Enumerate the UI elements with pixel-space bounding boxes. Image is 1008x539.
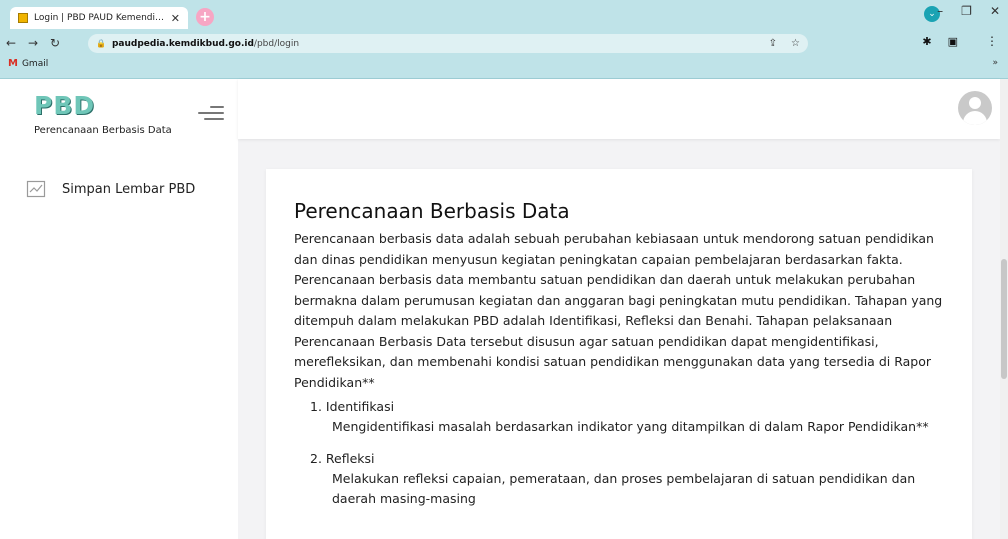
address-bar[interactable]: 🔒 paudpedia.kemdikbud.go.id /pbd/login ⇪… [88,34,808,53]
new-tab-button[interactable]: + [196,8,214,26]
step-number: 2. [310,451,322,466]
bookmarks-more-icon[interactable]: » [992,58,998,68]
browser-chrome: Login | PBD PAUD Kemendikbud ✕ + ⌄ – ❐ ✕… [0,0,1008,79]
brand-logo: PBD [34,91,96,120]
page-title: Perencanaan Berbasis Data [294,199,570,223]
close-window-icon[interactable]: ✕ [990,4,1000,18]
forward-icon[interactable]: → [22,36,44,50]
puzzle-icon[interactable]: ✱ [922,35,931,48]
back-icon[interactable]: ← [0,36,22,50]
content-card: Perencanaan Berbasis Data Perencanaan be… [266,169,972,539]
sidepanel-icon[interactable]: ▣ [948,35,958,48]
reload-icon[interactable]: ↻ [44,36,66,50]
top-header [238,79,1000,139]
gmail-icon: M [8,58,18,69]
star-icon[interactable]: ☆ [791,38,800,49]
page-scrollbar[interactable] [1000,79,1008,539]
kebab-menu-icon[interactable]: ⋮ [986,34,998,48]
brand-subtitle: Perencanaan Berbasis Data [34,125,172,136]
url-path: /pbd/login [253,38,300,49]
step-desc: Melakukan refleksi capaian, pemerataan, … [332,471,916,506]
scrollbar-thumb[interactable] [1001,259,1007,379]
url-host: paudpedia.kemdikbud.go.id [111,38,254,49]
intro-paragraph: Perencanaan berbasis data adalah sebuah … [294,231,943,390]
window-controls: – ❐ ✕ [937,4,1000,18]
sidebar: PBD Perencanaan Berbasis Data Simpan Lem… [8,79,239,539]
sidebar-item-simpan-lembar-pbd[interactable]: Simpan Lembar PBD [26,179,195,199]
tab-title: Login | PBD PAUD Kemendikbud [34,13,165,23]
step-title: Identifikasi [325,399,395,414]
minimize-icon[interactable]: – [937,4,943,18]
avatar[interactable] [958,91,992,125]
list-item: 1. Identifikasi Mengidentifikasi masalah… [310,397,950,437]
step-number: 1. [310,399,322,414]
bookmarks-bar: M Gmail [8,58,48,69]
step-desc: Mengidentifikasi masalah berdasarkan ind… [332,419,929,434]
sidebar-item-label: Simpan Lembar PBD [62,181,196,197]
extensions: ✱ ▣ [922,35,958,48]
browser-tab[interactable]: Login | PBD PAUD Kemendikbud ✕ [10,7,188,29]
share-icon[interactable]: ⇪ [769,38,777,49]
chart-line-icon [26,180,46,198]
tab-close-icon[interactable]: ✕ [171,12,180,25]
step-title: Refleksi [325,451,375,466]
bookmark-gmail[interactable]: Gmail [22,59,48,69]
lock-icon: 🔒 [96,39,106,48]
main-area: Perencanaan Berbasis Data Perencanaan be… [238,79,1000,539]
list-item: 2. Refleksi Melakukan refleksi capaian, … [310,449,950,509]
steps-list: 1. Identifikasi Mengidentifikasi masalah… [310,397,950,521]
favicon-icon [18,13,28,23]
hamburger-menu-icon[interactable] [198,103,224,123]
restore-icon[interactable]: ❐ [961,4,972,18]
